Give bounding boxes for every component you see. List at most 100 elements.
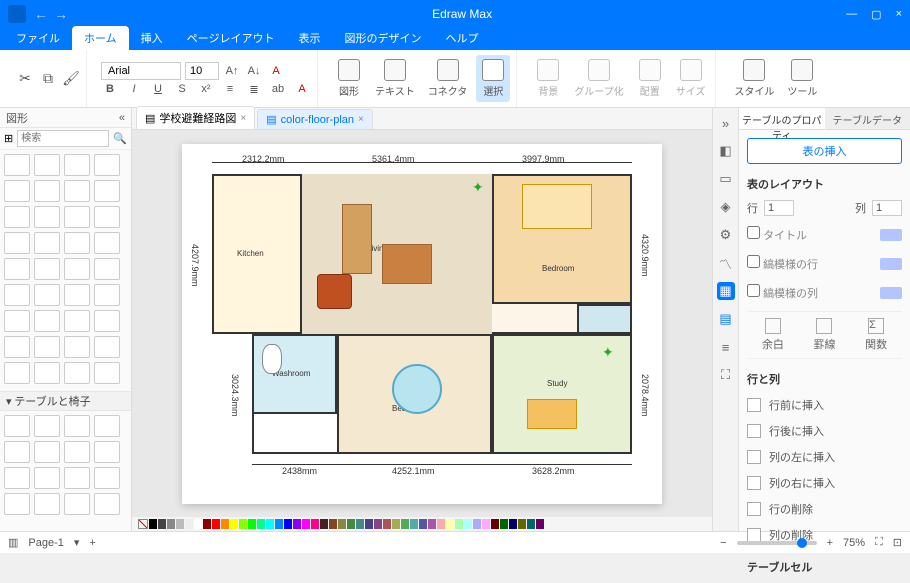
canvas[interactable]: 2312.2mm 5361.4mm 3997.9mm Kitchen Livin…: [132, 130, 712, 517]
color-swatch[interactable]: [419, 519, 427, 529]
page-icon[interactable]: ▤: [717, 310, 735, 328]
color-swatch[interactable]: [455, 519, 463, 529]
shape-thumb[interactable]: [64, 180, 90, 202]
color-swatch[interactable]: [284, 519, 292, 529]
chart-icon[interactable]: 〽: [717, 254, 735, 272]
color-swatch[interactable]: [320, 519, 328, 529]
color-swatch[interactable]: [293, 519, 301, 529]
color-swatch[interactable]: [266, 519, 274, 529]
color-swatch[interactable]: [410, 519, 418, 529]
select-tool[interactable]: 選択: [476, 55, 510, 102]
doc-tab-1[interactable]: ▤color-floor-plan×: [257, 109, 373, 129]
rowcol-op[interactable]: 行の削除: [747, 499, 902, 519]
color-swatch[interactable]: [437, 519, 445, 529]
color-swatch[interactable]: [518, 519, 526, 529]
expand-panel-icon[interactable]: »: [717, 114, 735, 132]
shape-thumb[interactable]: [64, 362, 90, 384]
chevron-down-icon[interactable]: ▾: [6, 395, 12, 408]
shape-thumb[interactable]: [4, 284, 30, 306]
color-swatch[interactable]: [248, 519, 256, 529]
shape-thumb[interactable]: [4, 154, 30, 176]
shape-thumb[interactable]: [4, 362, 30, 384]
italic-button[interactable]: I: [125, 83, 143, 96]
no-fill-icon[interactable]: [138, 519, 148, 529]
color-swatch[interactable]: [491, 519, 499, 529]
bold-button[interactable]: B: [101, 83, 119, 96]
tab-properties[interactable]: テーブルのプロパティ: [739, 108, 825, 129]
copy-icon[interactable]: ⧉: [39, 70, 57, 88]
color-swatch[interactable]: [203, 519, 211, 529]
color-swatch[interactable]: [239, 519, 247, 529]
close-tab-icon[interactable]: ×: [358, 114, 364, 125]
color-swatch[interactable]: [167, 519, 175, 529]
striped-rows-check[interactable]: [747, 255, 760, 268]
color-swatch[interactable]: [185, 519, 193, 529]
color-swatch[interactable]: [500, 519, 508, 529]
pages-icon[interactable]: ▥: [8, 536, 18, 549]
color-swatch[interactable]: [194, 519, 202, 529]
text-tool[interactable]: テキスト: [371, 55, 419, 102]
shape-thumb[interactable]: [64, 154, 90, 176]
shape-thumb[interactable]: [34, 258, 60, 280]
color-swatch[interactable]: [365, 519, 373, 529]
search-icon[interactable]: 🔍: [113, 132, 127, 145]
fullscreen-icon[interactable]: ⊡: [893, 536, 902, 549]
cols-input[interactable]: 1: [872, 200, 902, 216]
connector-tool[interactable]: コネクタ: [424, 55, 472, 102]
furniture-thumb[interactable]: [94, 415, 120, 437]
shape-thumb[interactable]: [64, 232, 90, 254]
color-swatch[interactable]: [446, 519, 454, 529]
color-swatch[interactable]: [536, 519, 544, 529]
furniture-thumb[interactable]: [64, 415, 90, 437]
furniture-thumb[interactable]: [4, 493, 30, 515]
shape-thumb[interactable]: [94, 362, 120, 384]
col-color-swatch[interactable]: [880, 287, 902, 299]
menu-help[interactable]: ヘルプ: [433, 26, 490, 50]
furniture-thumb[interactable]: [94, 467, 120, 489]
align-icon[interactable]: ≡: [717, 338, 735, 356]
background-tool[interactable]: 背景: [531, 55, 565, 102]
color-swatch[interactable]: [473, 519, 481, 529]
image-icon[interactable]: ▭: [717, 170, 735, 188]
strike-button[interactable]: S: [173, 83, 191, 96]
color-swatch[interactable]: [230, 519, 238, 529]
menu-home[interactable]: ホーム: [72, 26, 129, 50]
color-swatch[interactable]: [311, 519, 319, 529]
color-swatch[interactable]: [275, 519, 283, 529]
color-swatch[interactable]: [527, 519, 535, 529]
color-swatch[interactable]: [401, 519, 409, 529]
furniture-thumb[interactable]: [64, 493, 90, 515]
shape-thumb[interactable]: [4, 232, 30, 254]
furniture-thumb[interactable]: [94, 493, 120, 515]
shape-thumb[interactable]: [4, 180, 30, 202]
theme-icon[interactable]: ◧: [717, 142, 735, 160]
color-swatch[interactable]: [329, 519, 337, 529]
tools-tool[interactable]: ツール: [783, 55, 821, 102]
color-swatch[interactable]: [302, 519, 310, 529]
minimize-button[interactable]: —: [846, 8, 857, 21]
shape-thumb[interactable]: [34, 336, 60, 358]
settings-icon[interactable]: ⚙: [717, 226, 735, 244]
shape-thumb[interactable]: [64, 206, 90, 228]
shape-thumb[interactable]: [64, 336, 90, 358]
font-size-select[interactable]: 10: [185, 62, 219, 80]
color-swatch[interactable]: [428, 519, 436, 529]
shape-thumb[interactable]: [94, 206, 120, 228]
color-swatch[interactable]: [221, 519, 229, 529]
doc-tab-0[interactable]: ▤学校避難経路図×: [136, 106, 255, 129]
color-swatch[interactable]: [356, 519, 364, 529]
tab-data[interactable]: テーブルデータ: [825, 108, 910, 129]
shape-thumb[interactable]: [34, 284, 60, 306]
shape-thumb[interactable]: [34, 362, 60, 384]
title-check[interactable]: [747, 226, 760, 239]
color-swatch[interactable]: [257, 519, 265, 529]
size-tool[interactable]: サイズ: [672, 55, 710, 102]
shape-thumb[interactable]: [64, 284, 90, 306]
underline-button[interactable]: U: [149, 83, 167, 96]
menu-file[interactable]: ファイル: [4, 26, 72, 50]
function-tool[interactable]: Σ関数: [865, 318, 887, 352]
page-label[interactable]: Page-1: [28, 537, 63, 549]
color-swatch[interactable]: [392, 519, 400, 529]
shape-thumb[interactable]: [34, 232, 60, 254]
style-tool[interactable]: スタイル: [730, 55, 778, 102]
